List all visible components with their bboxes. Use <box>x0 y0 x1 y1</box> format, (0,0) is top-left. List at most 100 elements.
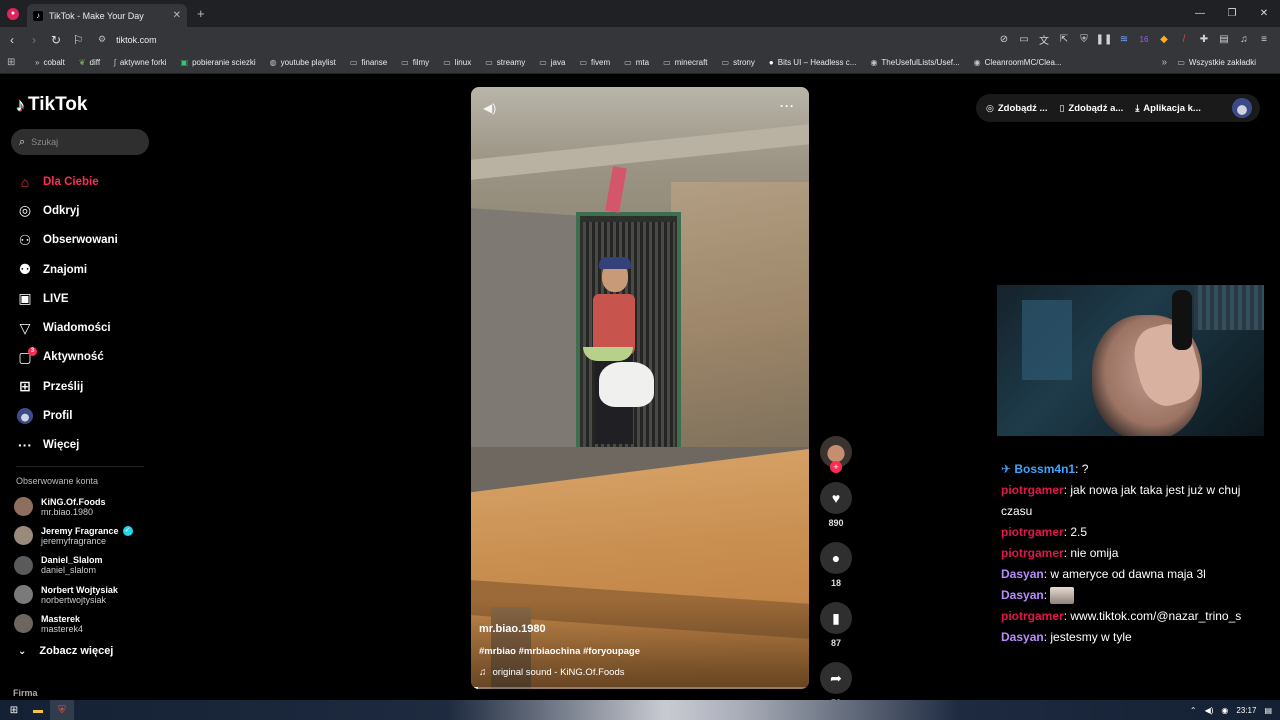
wallet-icon[interactable]: ◆ <box>1154 34 1174 45</box>
pause-icon[interactable]: ❚❚ <box>1094 34 1114 45</box>
pen-icon[interactable]: / <box>1174 34 1194 45</box>
bookmark-folder[interactable]: ▭ filmy <box>401 58 429 67</box>
bookmark-item[interactable]: ● Bits UI – Headless c... <box>769 58 857 67</box>
get-app-link[interactable]: ▯ Zdobądź a... <box>1059 103 1123 114</box>
video-hashtags[interactable]: #mrbiao #mrbiaochina #foryoupage <box>479 646 640 657</box>
video-sound[interactable]: ♫ original sound - KiNG.Of.Foods <box>479 667 625 678</box>
bookmark-item[interactable]: ◉ CleanroomMC/Clea... <box>974 58 1062 67</box>
bookmark-item[interactable]: ʃ aktywne forki <box>114 58 166 67</box>
extensions-toolbar: ⊘ ▭ 文 ⇱ ⛨ ❚❚ ≋ 16 ◆ / ✚ ▤ ♫ ≡ <box>994 27 1274 52</box>
volume-icon[interactable]: ◀) <box>483 101 496 115</box>
sidebar-item-friends[interactable]: ⚉ Znajomi <box>0 255 170 284</box>
follow-plus-icon[interactable]: + <box>830 461 842 473</box>
search-input[interactable] <box>31 137 132 147</box>
bookmark-item[interactable]: » cobalt <box>35 58 65 67</box>
user-avatar[interactable] <box>1232 98 1252 118</box>
folder-icon: ▭ <box>624 58 632 67</box>
network-icon[interactable]: ◉ <box>1221 706 1228 715</box>
puzzle-icon[interactable]: ✚ <box>1194 34 1214 45</box>
sidebar-item-upload[interactable]: ⊞ Prześlij <box>0 372 170 401</box>
clock[interactable]: 23:17 <box>1236 706 1256 715</box>
close-window-button[interactable]: ✕ <box>1248 8 1280 19</box>
cast-icon[interactable]: ▭ <box>1014 34 1034 45</box>
tray-chevron-icon[interactable]: ⌃ <box>1190 706 1197 715</box>
volume-tray-icon[interactable]: ◀) <box>1205 706 1214 715</box>
new-tab-button[interactable]: + <box>197 6 205 21</box>
site-settings-icon[interactable]: ⚙ <box>98 34 106 45</box>
tiktok-page: ♪ TikTok ⌕ ⌂ Dla Ciebie ◎ Odkryj ⚇ Obser… <box>0 74 1280 708</box>
share-arrow-icon[interactable]: ➦ <box>820 662 852 694</box>
desktop-app-link[interactable]: ⤓ Aplikacja k... <box>1135 103 1201 114</box>
comment-icon[interactable]: ● <box>820 542 852 574</box>
bookmark-folder[interactable]: ▭ linux <box>443 58 471 67</box>
browser-menu-icon[interactable]: ● <box>7 7 19 20</box>
translate-icon[interactable]: 文 <box>1034 32 1054 47</box>
maximize-button[interactable]: ❐ <box>1216 8 1248 19</box>
sidebar-item-more[interactable]: ··· Więcej <box>0 431 170 460</box>
sidebar-icon[interactable]: ▤ <box>1214 34 1234 45</box>
close-tab-icon[interactable]: ✕ <box>173 10 181 21</box>
globe-icon: ◍ <box>269 58 277 67</box>
forward-icon[interactable]: › <box>24 33 44 47</box>
bookmark-folder[interactable]: ▭ strony <box>722 58 755 67</box>
bookmark-folder[interactable]: ▭ java <box>539 58 565 67</box>
bookmark-item[interactable]: ◉ TheUsefulLists/Usef... <box>870 58 959 67</box>
all-bookmarks[interactable]: ▭ Wszystkie zakładki <box>1177 58 1256 67</box>
reload-icon[interactable]: ↻ <box>46 33 66 47</box>
video-progress-bar[interactable] <box>471 687 809 689</box>
file-explorer-icon[interactable]: ▬ <box>26 700 50 720</box>
sidebar-item-messages[interactable]: ▽ Wiadomości <box>0 313 170 342</box>
tiktok-logo[interactable]: ♪ TikTok <box>16 94 87 116</box>
bookmark-folder[interactable]: ▭ streamy <box>485 58 525 67</box>
url-field[interactable]: ⚙ tiktok.com <box>98 30 898 50</box>
get-coins-link[interactable]: ◎ Zdobądź ... <box>986 103 1047 114</box>
creator-avatar[interactable]: + <box>820 436 852 473</box>
video-options-icon[interactable]: ··· <box>780 99 795 113</box>
bookmark-save-icon[interactable]: ▮ <box>820 602 852 634</box>
share-icon[interactable]: ⇱ <box>1054 34 1074 45</box>
bookmark-folder[interactable]: ▭ mta <box>624 58 649 67</box>
heart-icon[interactable]: ♥ <box>820 482 852 514</box>
sidebar-item-activity[interactable]: ▢ 3 Aktywność <box>0 343 170 372</box>
bookmarks-overflow-icon[interactable]: » <box>1161 57 1167 68</box>
windows-start-icon[interactable]: ⊞ <box>2 700 26 720</box>
sidebar-item-profile[interactable]: Profil <box>0 401 170 430</box>
brave-shield-icon[interactable]: ⛨ <box>1074 34 1094 45</box>
back-icon[interactable]: ‹ <box>2 33 22 47</box>
reader-icon[interactable]: ⊘ <box>994 34 1014 45</box>
bookmark-item[interactable]: ▣ pobieranie sciezki <box>181 58 256 67</box>
sidebar-item-explore[interactable]: ◎ Odkryj <box>0 196 170 225</box>
brave-browser-icon[interactable]: ⛨ <box>50 700 74 720</box>
followed-account[interactable]: Masterek masterek4 <box>14 609 133 638</box>
sidebar-item-for-you[interactable]: ⌂ Dla Ciebie <box>0 167 170 196</box>
browser-tab[interactable]: ♪ TikTok - Make Your Day ✕ <box>27 4 187 27</box>
chat-message: piotrgamer: nie omija <box>1001 546 1119 560</box>
apps-grid-icon[interactable]: ⊞ <box>7 57 19 68</box>
footer-company-link[interactable]: Firma <box>13 688 38 698</box>
wifi-icon[interactable]: ≋ <box>1114 34 1134 45</box>
sidebar-item-live[interactable]: ▣ LIVE <box>0 284 170 313</box>
bookmark-item[interactable]: ❦ diff <box>79 58 100 67</box>
menu-icon[interactable]: ≡ <box>1254 34 1274 45</box>
video-player[interactable]: ◀) ··· mr.biao.1980 #mrbiao #mrbiaochina… <box>471 87 809 689</box>
followed-account[interactable]: KiNG.Of.Foods mr.biao.1980 <box>14 492 133 521</box>
bookmark-folder[interactable]: ▭ minecraft <box>663 58 707 67</box>
followed-account[interactable]: Daniel_Slalom daniel_slalom <box>14 551 133 580</box>
bookmark-folder[interactable]: ▭ finanse <box>350 58 387 67</box>
bookmark-item[interactable]: ◍ youtube playlist <box>270 58 336 67</box>
video-author[interactable]: mr.biao.1980 <box>479 623 546 635</box>
search-icon[interactable]: ⌕ <box>19 136 25 149</box>
notifications-icon[interactable]: ▤ <box>1264 706 1272 715</box>
minimize-button[interactable]: — <box>1184 8 1216 19</box>
chat-message: Dasyan: jestesmy w tyle <box>1001 630 1132 644</box>
sidebar-item-following[interactable]: ⚇ Obserwowani <box>0 226 170 255</box>
followed-account[interactable]: Jeremy Fragrance ✓ jeremyfragrance <box>14 521 133 550</box>
music-icon[interactable]: ♫ <box>1234 34 1254 45</box>
followed-account[interactable]: Norbert Wojtysiak norbertwojtysiak <box>14 580 133 609</box>
avatar <box>14 614 33 634</box>
see-more-button[interactable]: ⌄ Zobacz więcej <box>18 645 113 657</box>
bookmark-icon[interactable]: ⚐ <box>68 33 88 47</box>
save-action: ▮ 87 <box>818 602 854 648</box>
bookmark-folder[interactable]: ▭ fivem <box>579 58 610 67</box>
extension-badge-icon[interactable]: 16 <box>1134 35 1154 44</box>
